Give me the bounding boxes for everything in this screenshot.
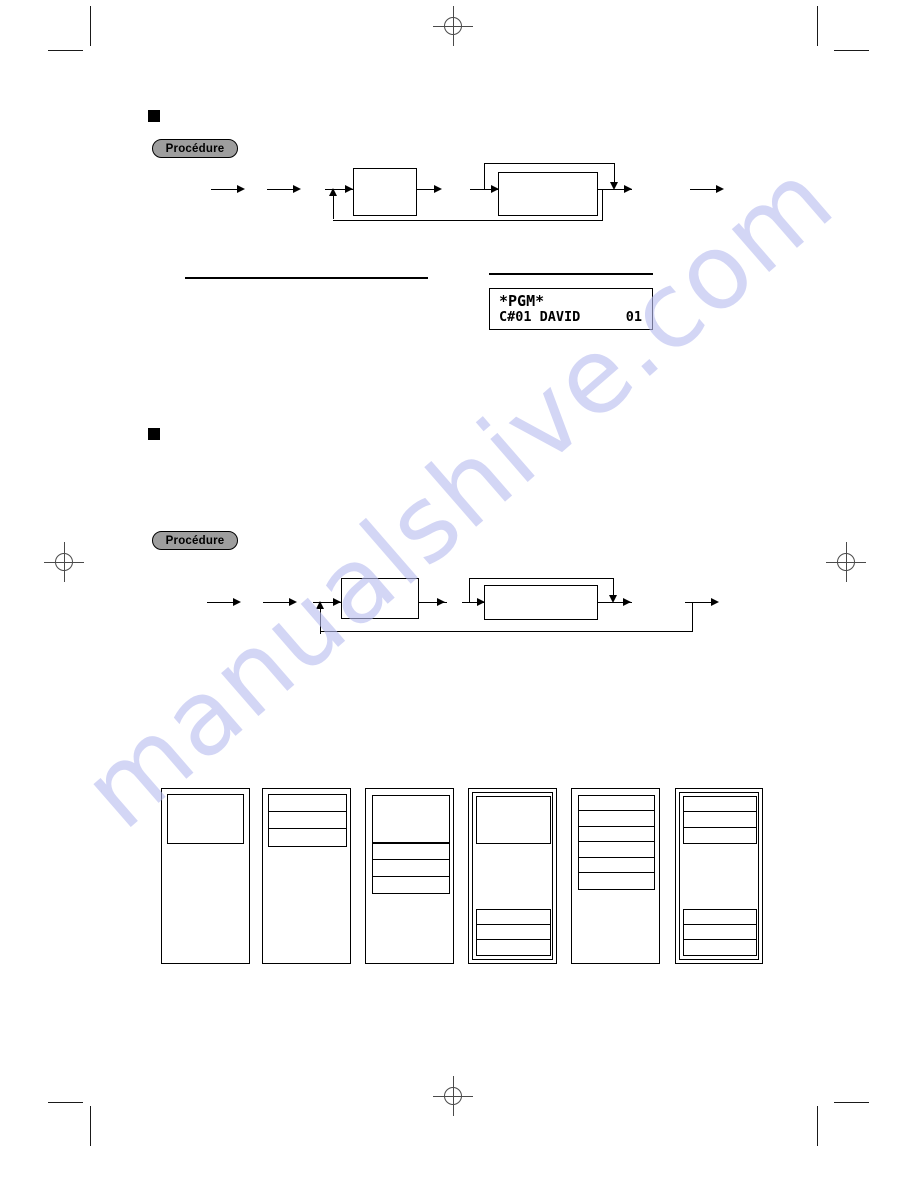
receipt-cell <box>579 873 654 889</box>
flow2-arrowhead-d <box>437 598 445 607</box>
flow2-box-2 <box>484 585 598 620</box>
receipt-cell <box>373 877 449 893</box>
receipt-column-6-header <box>683 796 757 844</box>
receipt-cell <box>477 910 550 925</box>
receipt-column-5 <box>571 788 660 964</box>
crop-mark-bottom-right-vertical <box>817 1106 819 1146</box>
receipt-column-6 <box>675 788 763 964</box>
flow2-arrowhead-b <box>289 598 297 607</box>
receipt-cell <box>579 858 654 874</box>
flow2-line-g <box>685 602 713 604</box>
receipt-cell <box>579 827 654 843</box>
flow2-return-riser <box>692 602 694 632</box>
manual-page: manualshive.com Procédure *PGM* C#01 DAV… <box>0 0 918 1188</box>
receipt-cell <box>269 795 346 812</box>
receipt-column-3 <box>365 788 454 964</box>
receipt-cell <box>684 812 756 828</box>
receipt-cell <box>269 812 346 829</box>
flow2-box2-loop-top <box>469 578 614 580</box>
flow2-line-b <box>263 602 291 604</box>
procedure-flow-bottom <box>0 0 918 660</box>
receipt-cell <box>373 796 449 842</box>
receipt-cell <box>684 828 756 843</box>
receipt-column-3-body <box>372 843 450 894</box>
receipt-column-5-header <box>578 795 655 890</box>
receipt-cell <box>579 811 654 827</box>
receipt-column-2 <box>262 788 351 964</box>
flow2-line-a <box>207 602 235 604</box>
flow2-return-bottom <box>320 631 693 633</box>
receipt-cell <box>477 925 550 940</box>
receipt-column-1-header <box>167 794 244 844</box>
flow2-arrowhead-f <box>623 598 631 607</box>
receipt-column-2-header <box>268 794 347 847</box>
receipt-column-4 <box>468 788 557 964</box>
flow2-arrowhead-loop-up <box>316 601 325 609</box>
flow2-box-1 <box>341 578 419 619</box>
crop-mark-bottom-left-horizontal <box>48 1102 83 1104</box>
receipt-cell <box>684 797 756 813</box>
receipt-column-3-header <box>372 795 450 843</box>
receipt-cell <box>684 925 756 940</box>
receipt-column-1 <box>161 788 250 964</box>
receipt-cell <box>579 796 654 812</box>
receipt-cell <box>168 795 243 843</box>
crop-mark-bottom-left-vertical <box>90 1106 92 1146</box>
receipt-cell <box>373 860 449 877</box>
receipt-column-4-header <box>476 796 551 844</box>
receipt-cell <box>477 797 550 843</box>
receipt-cell <box>684 910 756 925</box>
flow2-arrowhead-g <box>711 598 719 607</box>
receipt-cell <box>373 844 449 861</box>
receipt-cell <box>579 842 654 858</box>
receipt-column-4-body <box>476 909 551 956</box>
flow2-arrowhead-c <box>333 598 341 607</box>
crop-mark-bottom-right-horizontal <box>834 1102 869 1104</box>
receipt-column-6-body <box>683 909 757 956</box>
receipt-cell <box>269 829 346 846</box>
flow2-arrowhead-a <box>233 598 241 607</box>
flow2-box2-loop-left <box>469 578 471 603</box>
receipt-cell <box>477 940 550 955</box>
receipt-cell <box>684 940 756 955</box>
